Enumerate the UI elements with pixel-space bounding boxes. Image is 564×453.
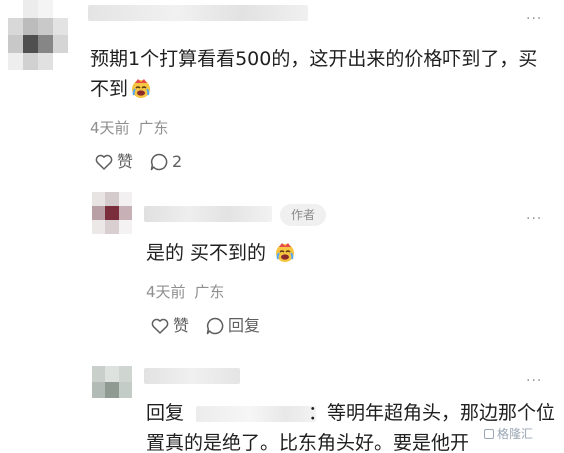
comment-count: 2 (172, 152, 183, 171)
reply-prefix: 回复 (146, 402, 185, 424)
avatar-blurred[interactable] (8, 0, 68, 70)
heart-icon (151, 318, 169, 334)
comment-meta: 4天前 广东 (90, 119, 168, 137)
comment-text: 是的 买不到的 (146, 238, 546, 268)
comment-actions: 赞 2 (94, 152, 198, 172)
comment-text: 回复 ：等明年超角头，那边那个位置真的是绝了。比东角头好。要是他开 (146, 402, 556, 453)
reply-button[interactable]: 回复 (205, 316, 260, 336)
watermark-logo-icon (484, 429, 494, 439)
crying-laughing-face-icon (276, 243, 295, 262)
watermark: 格隆汇 (484, 427, 533, 441)
username-blurred[interactable] (144, 206, 272, 222)
like-label: 赞 (117, 152, 134, 171)
username-blurred[interactable] (88, 5, 308, 21)
comment-time: 4天前 (146, 283, 186, 301)
comment-location: 广东 (194, 283, 225, 301)
username-blurred[interactable] (144, 368, 240, 384)
more-dots-icon[interactable]: ··· (526, 12, 542, 26)
like-button[interactable]: 赞 (94, 152, 133, 172)
comment-location: 广东 (138, 119, 169, 137)
comment-bubble-icon (150, 153, 168, 171)
reply-button[interactable]: 2 (149, 152, 182, 172)
like-label: 赞 (173, 316, 190, 335)
avatar-blurred[interactable] (92, 366, 132, 398)
comment-meta: 4天前 广东 (146, 283, 224, 301)
crying-laughing-face-icon (132, 79, 151, 98)
reply-label: 回复 (228, 316, 261, 335)
more-dots-icon[interactable]: ··· (526, 374, 542, 388)
like-button[interactable]: 赞 (150, 316, 189, 336)
author-badge: 作者 (280, 204, 326, 226)
heart-icon (95, 154, 113, 170)
comment-actions: 赞 回复 (150, 316, 276, 336)
comment-text: 预期1个打算看看500的，这开出来的价格吓到了，买不到 (90, 48, 538, 100)
comment-time: 4天前 (90, 119, 130, 137)
avatar-blurred[interactable] (92, 192, 132, 234)
comment-bubble-icon (206, 317, 224, 335)
more-dots-icon[interactable]: ··· (526, 212, 542, 226)
